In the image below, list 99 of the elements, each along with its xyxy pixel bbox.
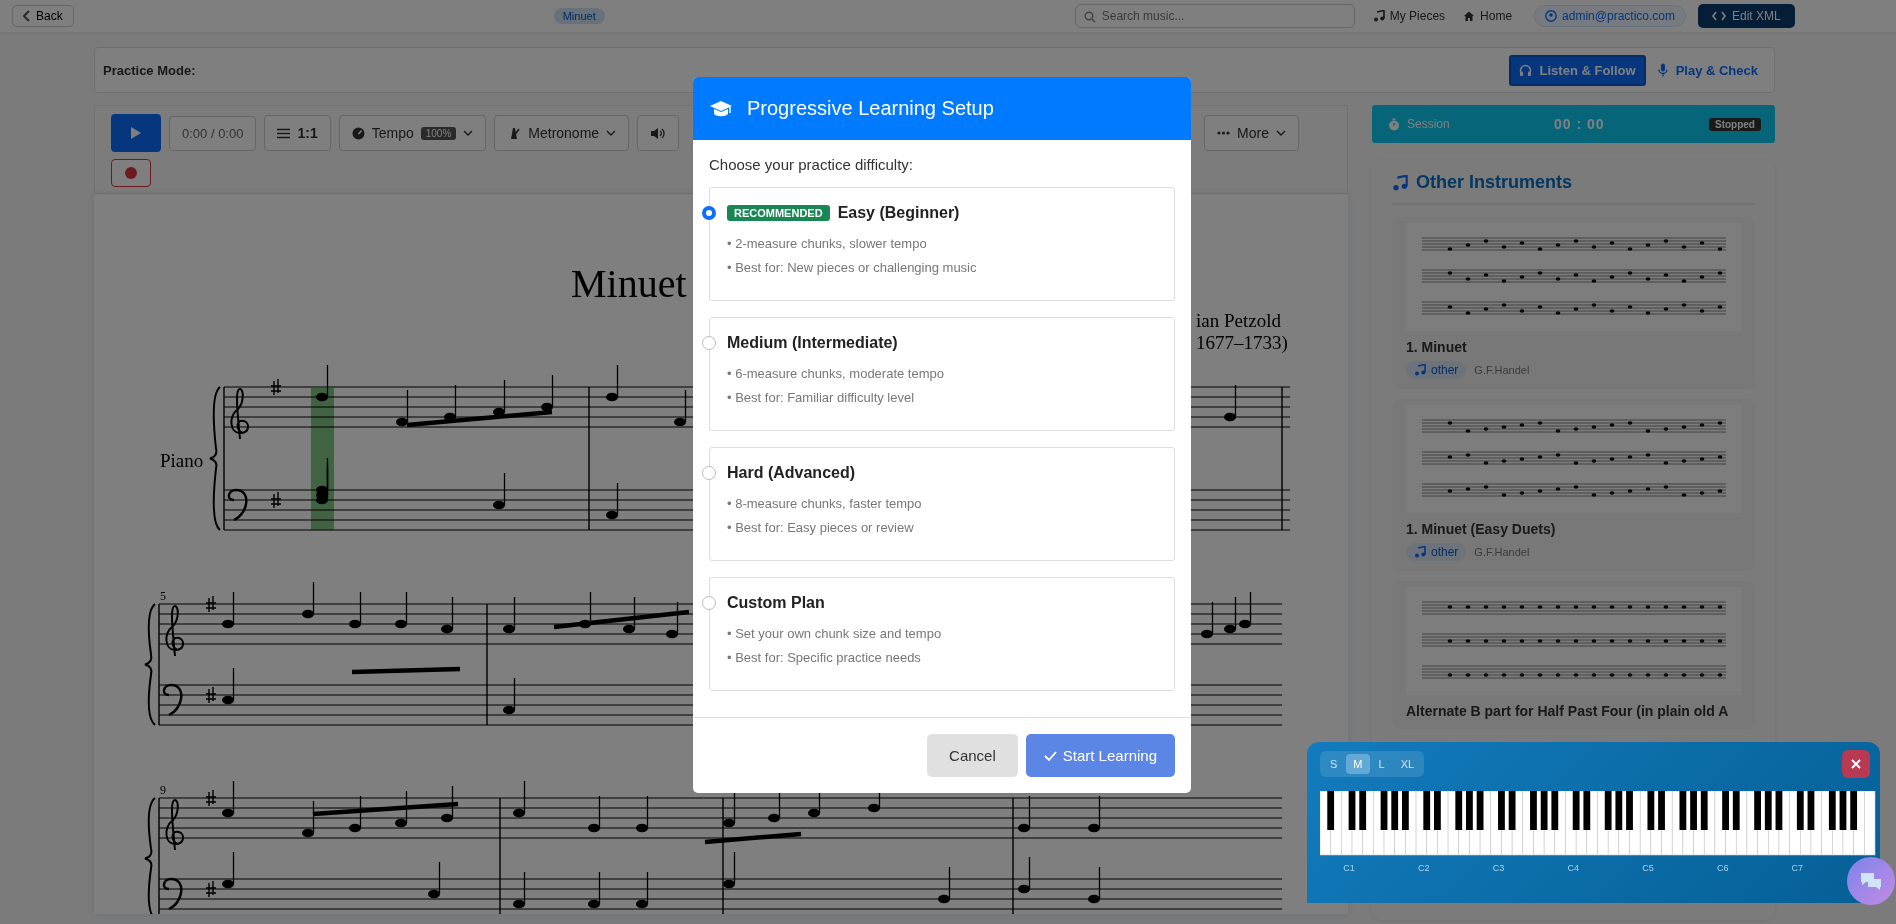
record-button[interactable] <box>111 159 151 187</box>
music-note-icon <box>1372 10 1385 22</box>
piano-keys[interactable] <box>1320 791 1876 856</box>
option-title: Custom Plan <box>727 594 825 612</box>
chat-bubbles-icon <box>1859 871 1883 891</box>
code-icon <box>1712 11 1726 21</box>
cancel-button[interactable]: Cancel <box>927 734 1018 777</box>
volume-button[interactable] <box>637 115 680 151</box>
piece-title: Alternate B part for Half Past Four (in plain old A <box>1406 703 1730 719</box>
option-detail: • Best for: Easy pieces or review <box>727 519 915 537</box>
play-button[interactable] <box>111 114 161 152</box>
option-detail: • Best for: New pieces or challenging music <box>727 259 978 277</box>
option-detail: • 8-measure chunks, faster tempo <box>727 495 923 513</box>
practice-mode-label: Practice Mode: <box>103 62 196 78</box>
piece-composer: G.F.Handel <box>1474 364 1530 376</box>
stopwatch-icon <box>1388 117 1400 131</box>
option-detail: • Best for: Familiar difficulty level <box>727 389 916 407</box>
session-label: Session <box>1407 117 1450 131</box>
option-title: Easy (Beginner) <box>837 204 960 222</box>
octave-label: C4 <box>1567 863 1579 873</box>
composer-name: ian Petzold <box>1196 310 1281 331</box>
close-button[interactable] <box>1842 750 1870 778</box>
difficulty-option[interactable]: Hard (Advanced) • 8-measure chunks, faster tempo • Best for: Easy pieces or review <box>709 447 1175 561</box>
radio-button[interactable] <box>702 596 716 610</box>
check-icon <box>1043 750 1057 761</box>
graduation-cap-icon <box>709 99 733 118</box>
play-icon <box>130 126 142 140</box>
octave-label: C3 <box>1492 863 1505 873</box>
measure-number: 9 <box>160 783 166 797</box>
chevron-left-icon <box>23 10 31 22</box>
size-button[interactable]: M <box>1346 754 1370 774</box>
option-detail: • 6-measure chunks, moderate tempo <box>727 365 945 383</box>
score-title: Minuet <box>571 261 687 306</box>
metronome-button[interactable]: Metronome <box>494 115 630 151</box>
piece-composer: G.F.Handel <box>1474 546 1530 558</box>
list-icon <box>277 127 291 139</box>
size-button[interactable]: S <box>1323 754 1345 774</box>
instrument-tag: other <box>1406 361 1467 379</box>
back-button[interactable]: Back <box>12 5 74 27</box>
search-field[interactable]: Search music... <box>1074 4 1355 28</box>
start-learning-button[interactable]: Start Learning <box>1025 734 1175 777</box>
user-icon <box>1545 10 1558 22</box>
chat-button[interactable] <box>1847 857 1895 905</box>
octave-label: C1 <box>1343 863 1355 873</box>
zoom-button[interactable]: 1:1 <box>264 115 331 151</box>
option-detail: • Set your own chunk size and tempo <box>727 625 943 643</box>
difficulty-option[interactable]: Medium (Intermediate) • 6-measure chunks, moderate tempo • Best for: Familiar difficulty level <box>709 317 1175 431</box>
music-note-icon <box>1414 546 1426 558</box>
option-detail: • 2-measure chunks, slower tempo <box>727 235 928 253</box>
difficulty-option[interactable]: RECOMMENDED Easy (Beginner) • 2-measure chunks, slower tempo • Best for: New pieces or challenging music <box>709 187 1175 301</box>
piece-badge: Minuet <box>553 8 605 24</box>
ellipsis-icon <box>1217 131 1231 135</box>
piece-title: 1. Minuet (Easy Duets) <box>1406 521 1557 537</box>
edit-xml-button[interactable]: Edit XML <box>1698 4 1795 28</box>
music-note-icon <box>1392 174 1408 191</box>
dialog-prompt: Choose your practice difficulty: <box>709 156 914 173</box>
speaker-icon <box>650 126 667 140</box>
panel-title: Other Instruments <box>1416 172 1573 193</box>
caret-icon <box>1276 130 1286 136</box>
practice-mode-button[interactable]: Play & Check <box>1649 54 1766 86</box>
record-icon <box>125 167 137 179</box>
measure-number: 5 <box>160 589 166 603</box>
microphone-icon <box>1657 63 1668 77</box>
difficulty-option[interactable]: Custom Plan • Set your own chunk size and tempo • Best for: Specific practice needs <box>709 577 1175 691</box>
option-detail: • Best for: Specific practice needs <box>727 649 922 667</box>
session-time: 00 : 00 <box>1554 116 1605 132</box>
recommended-badge: RECOMMENDED <box>727 205 830 221</box>
user-account-button[interactable]: admin@practico.com <box>1534 5 1686 27</box>
octave-label: C5 <box>1642 863 1654 873</box>
octave-label: C7 <box>1791 863 1804 873</box>
size-button[interactable]: XL <box>1393 754 1422 774</box>
octave-label: C6 <box>1716 863 1729 873</box>
composer-dates: 1677–1733) <box>1196 332 1288 353</box>
option-title: Hard (Advanced) <box>727 464 856 482</box>
practice-mode-button[interactable]: Listen & Follow <box>1508 54 1646 86</box>
nav-link[interactable]: My Pieces <box>1372 9 1446 23</box>
option-title: Medium (Intermediate) <box>727 334 898 352</box>
caret-icon <box>463 130 474 136</box>
caret-icon <box>606 130 617 136</box>
nav-link[interactable]: Home <box>1463 9 1513 23</box>
headphones-icon <box>1518 63 1532 77</box>
radio-button[interactable] <box>702 336 716 350</box>
piece-title: 1. Minuet <box>1406 339 1468 355</box>
size-button[interactable]: L <box>1371 754 1392 774</box>
music-note-icon <box>1414 364 1426 376</box>
close-icon <box>1851 759 1861 769</box>
instrument-label: Piano <box>160 450 204 471</box>
search-icon <box>1083 11 1096 23</box>
more-button[interactable]: More <box>1204 115 1299 151</box>
gauge-icon <box>351 126 365 140</box>
playback-time: 0:00 / 0:00 <box>169 115 257 151</box>
home-icon <box>1463 10 1476 22</box>
tempo-button[interactable]: Tempo 100% <box>338 115 487 151</box>
session-status-badge: Stopped <box>1709 117 1761 131</box>
instrument-tag: other <box>1406 543 1467 561</box>
octave-label: C2 <box>1418 863 1430 873</box>
radio-button[interactable] <box>702 466 716 480</box>
radio-button[interactable] <box>702 206 716 220</box>
dialog-title: Progressive Learning Setup <box>747 97 994 120</box>
